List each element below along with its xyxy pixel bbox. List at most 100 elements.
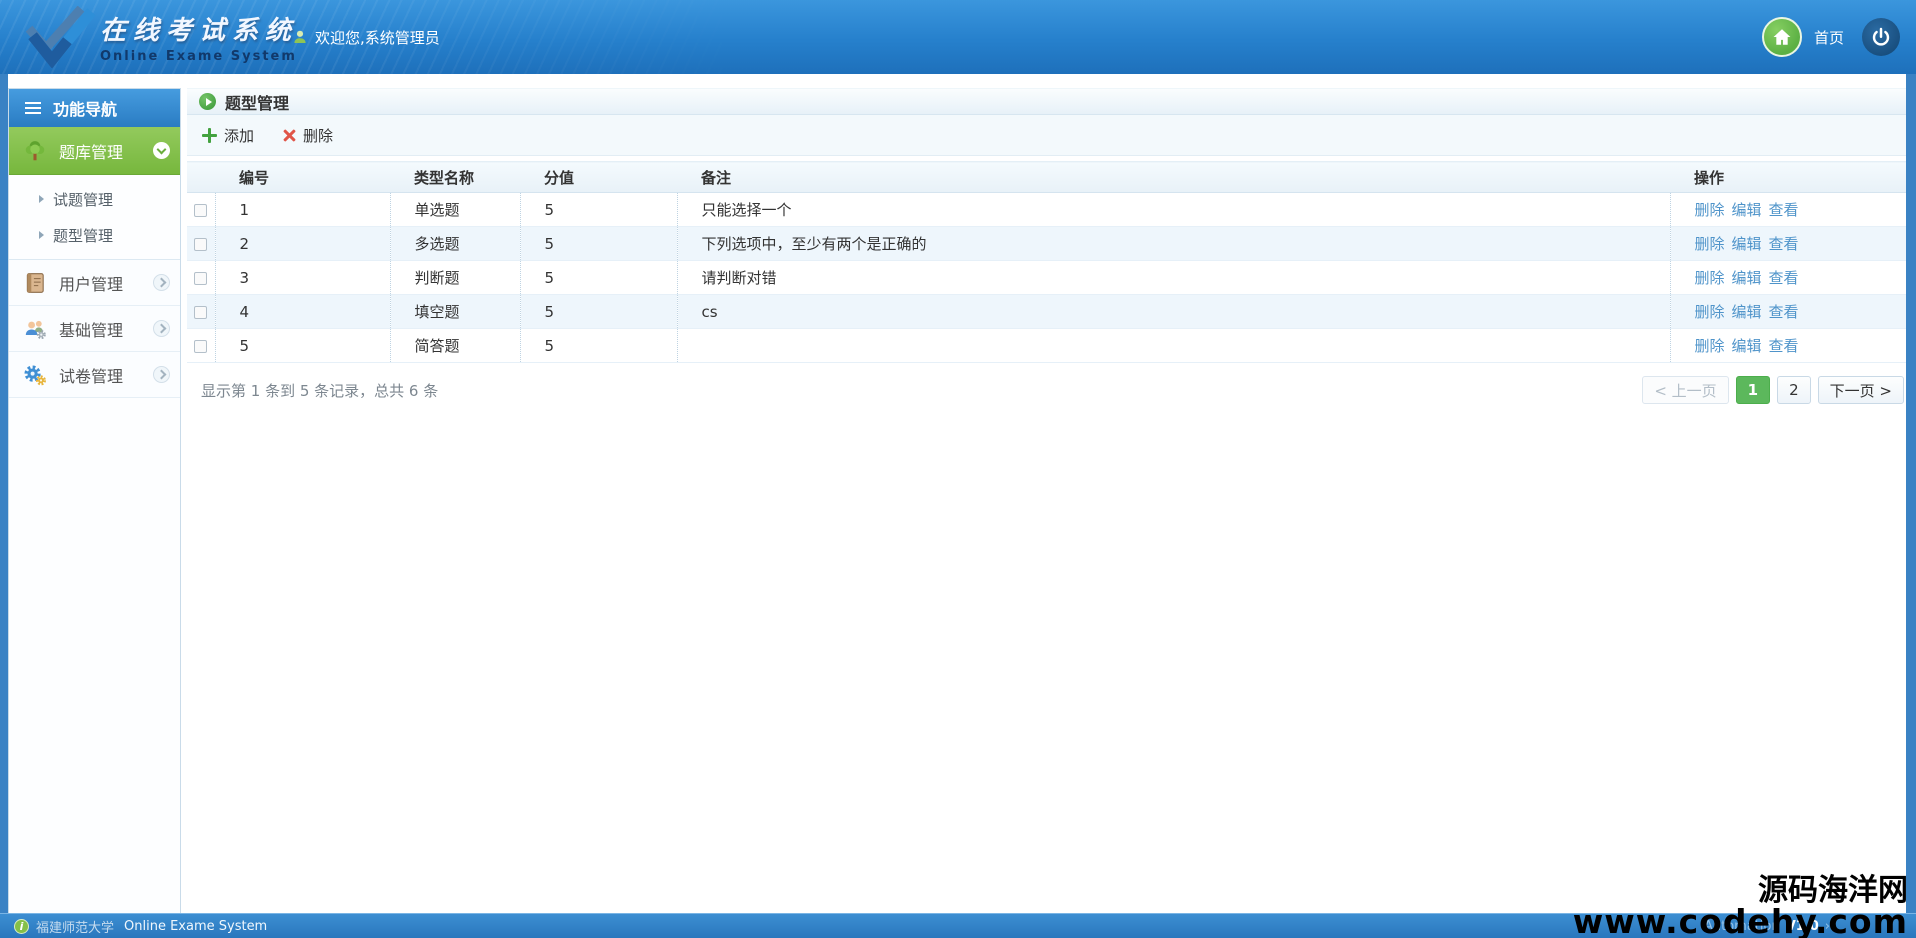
chevron-right-icon[interactable] — [153, 320, 170, 337]
page-button-1[interactable]: 1 — [1735, 376, 1771, 404]
main-panel: 题型管理 添加 删除 编号 类型名称 分值 备注 操作 1 单选题 5 只能选择… — [187, 88, 1906, 913]
cell-id: 5 — [214, 328, 390, 363]
sidebar-item-user-management[interactable]: 用户管理 — [9, 260, 180, 306]
column-header-type: 类型名称 — [390, 161, 520, 193]
sidebar-item-label: 题库管理 — [59, 142, 124, 162]
gears-icon — [24, 365, 46, 385]
sidebar-title: 功能导航 — [53, 100, 118, 119]
sidebar-header: 功能导航 — [9, 89, 180, 127]
table-row: 4 填空题 5 cs 删除 编辑 查看 — [187, 294, 1906, 329]
cell-score: 5 — [519, 192, 677, 227]
user-icon — [294, 30, 306, 43]
add-button[interactable]: 添加 — [202, 125, 254, 146]
pagination-info: 显示第 1 条到 5 条记录，总共 6 条 — [201, 381, 439, 400]
chevron-down-icon[interactable] — [153, 142, 170, 159]
table-row: 2 多选题 5 下列选项中，至少有两个是正确的 删除 编辑 查看 — [187, 226, 1906, 261]
table-header-row: 编号 类型名称 分值 备注 操作 — [187, 161, 1906, 193]
sidebar-subitem-exam-questions[interactable]: 试题管理 — [9, 181, 180, 217]
cell-remark: 只能选择一个 — [676, 192, 1670, 227]
footer-system-name: Online Exame System — [124, 918, 268, 934]
row-checkbox[interactable] — [194, 305, 207, 319]
app-header: 在线考试系统 Online Exame System 欢迎您,系统管理员 首页 — [0, 0, 1916, 74]
row-view-link[interactable]: 查看 — [1769, 201, 1799, 219]
cell-type: 多选题 — [389, 226, 520, 261]
sidebar-item-question-bank[interactable]: 题库管理 — [9, 127, 180, 175]
sidebar-item-basic-management[interactable]: 基础管理 — [9, 306, 180, 352]
row-checkbox[interactable] — [194, 339, 207, 353]
welcome-area: 欢迎您,系统管理员 — [292, 0, 440, 74]
delete-button-label: 删除 — [303, 126, 334, 145]
home-button[interactable] — [1761, 17, 1802, 57]
sidebar-subitem-question-types[interactable]: 题型管理 — [9, 217, 180, 253]
chevron-right-icon[interactable] — [153, 366, 170, 383]
footer-university: 福建师范大学 — [36, 920, 115, 936]
footer-version-area: Automation V1.0 › — [1704, 919, 1902, 934]
cell-actions: 删除 编辑 查看 — [1669, 328, 1906, 363]
row-delete-link[interactable]: 删除 — [1695, 337, 1725, 355]
row-edit-link[interactable]: 编辑 — [1732, 303, 1762, 321]
cell-remark: 下列选项中，至少有两个是正确的 — [676, 226, 1670, 261]
column-header-operation: 操作 — [1670, 161, 1906, 193]
row-view-link[interactable]: 查看 — [1769, 235, 1799, 253]
cell-actions: 删除 编辑 查看 — [1669, 192, 1906, 227]
header-actions: 首页 — [1761, 0, 1900, 74]
row-delete-link[interactable]: 删除 — [1695, 201, 1725, 219]
home-icon — [1773, 29, 1791, 45]
cell-score: 5 — [519, 260, 677, 295]
panel-title-bar: 题型管理 — [187, 88, 1906, 115]
row-delete-link[interactable]: 删除 — [1695, 303, 1725, 321]
row-checkbox[interactable] — [194, 237, 207, 251]
cell-score: 5 — [519, 328, 677, 363]
row-view-link[interactable]: 查看 — [1769, 337, 1799, 355]
play-circle-icon — [199, 93, 216, 110]
cell-type: 填空题 — [389, 294, 520, 329]
row-checkbox[interactable] — [194, 271, 207, 285]
logout-button[interactable] — [1862, 18, 1900, 56]
welcome-text: 欢迎您,系统管理员 — [315, 28, 440, 47]
row-edit-link[interactable]: 编辑 — [1732, 269, 1762, 287]
row-delete-link[interactable]: 删除 — [1695, 269, 1725, 287]
add-button-label: 添加 — [224, 126, 255, 145]
cell-id: 1 — [214, 192, 390, 227]
row-view-link[interactable]: 查看 — [1769, 303, 1799, 321]
menu-list-icon — [25, 102, 41, 114]
page-button-2[interactable]: 2 — [1777, 376, 1811, 404]
plus-icon — [202, 127, 217, 143]
sidebar-subitem-label: 试题管理 — [53, 190, 114, 209]
row-edit-link[interactable]: 编辑 — [1732, 201, 1762, 219]
sidebar: 功能导航 题库管理 试题管理 题型管理 用户管理 基础管理 试卷管理 — [8, 88, 181, 913]
cell-remark — [676, 328, 1670, 363]
page-title: 题型管理 — [225, 93, 290, 113]
sidebar-item-label: 基础管理 — [59, 320, 124, 340]
logo-subtitle: Online Exame System — [100, 49, 297, 64]
sidebar-item-paper-management[interactable]: 试卷管理 — [9, 352, 180, 398]
row-edit-link[interactable]: 编辑 — [1732, 235, 1762, 253]
body-area: 功能导航 题库管理 试题管理 题型管理 用户管理 基础管理 试卷管理 题型管理 … — [8, 74, 1906, 913]
logo-text: 在线考试系统 Online Exame System — [100, 10, 298, 64]
next-page-button[interactable]: 下一页 > — [1817, 376, 1904, 404]
row-delete-link[interactable]: 删除 — [1695, 235, 1725, 253]
cell-actions: 删除 编辑 查看 — [1669, 226, 1906, 261]
pagination-bar: 显示第 1 条到 5 条记录，总共 6 条 < 上一页 1 2 下一页 > — [187, 363, 1906, 404]
pagination-buttons: < 上一页 1 2 下一页 > — [1635, 376, 1904, 404]
chevron-right-icon[interactable] — [153, 274, 170, 291]
triangle-right-icon — [39, 231, 44, 239]
column-header-id: 编号 — [215, 161, 390, 193]
row-edit-link[interactable]: 编辑 — [1732, 337, 1762, 355]
triangle-right-icon — [39, 195, 44, 203]
home-label[interactable]: 首页 — [1814, 27, 1844, 48]
online-exam-system-app: 在线考试系统 Online Exame System 欢迎您,系统管理员 首页 — [0, 0, 1916, 938]
column-header-score: 分值 — [520, 161, 677, 193]
row-checkbox[interactable] — [194, 203, 207, 217]
info-icon: i — [14, 918, 29, 934]
column-header-remark: 备注 — [677, 161, 1670, 193]
delete-button[interactable]: 删除 — [282, 125, 333, 146]
row-view-link[interactable]: 查看 — [1769, 269, 1799, 287]
tree-icon — [25, 140, 45, 160]
x-icon — [282, 128, 296, 142]
logo-checkmark-icon — [25, 6, 96, 68]
cell-actions: 删除 编辑 查看 — [1669, 294, 1906, 329]
table-row: 3 判断题 5 请判断对错 删除 编辑 查看 — [187, 260, 1906, 295]
prev-page-button[interactable]: < 上一页 — [1642, 376, 1729, 404]
book-icon — [26, 272, 44, 293]
